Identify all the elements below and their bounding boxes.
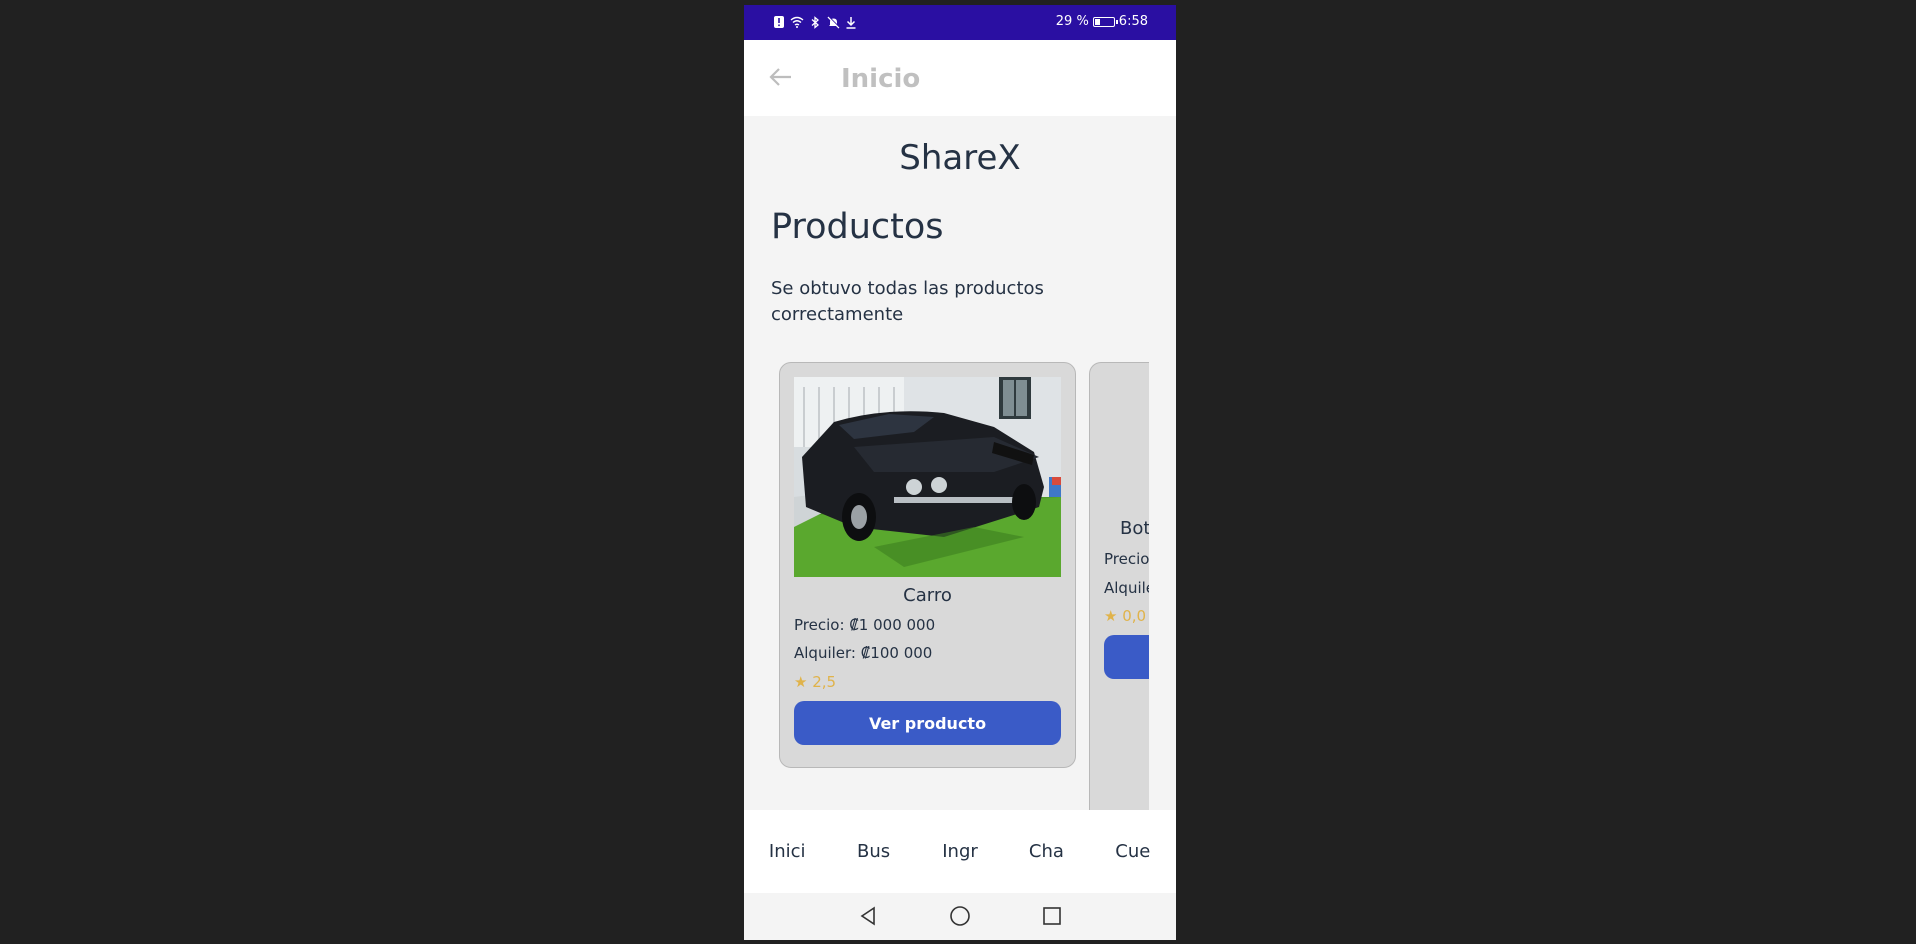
phone-screen: 29 % 6:58 Inicio ShareX Productos Se obt… — [744, 5, 1176, 940]
section-title: Productos — [771, 207, 944, 247]
product-rent: Alquiler: ₡100 000 — [794, 644, 933, 662]
bluetooth-icon — [808, 15, 822, 29]
clock: 6:58 — [1118, 14, 1148, 29]
product-price: Precio: ₡1 000 000 — [794, 616, 936, 634]
view-product-button[interactable] — [1104, 635, 1149, 679]
back-triangle-icon[interactable] — [857, 905, 879, 927]
tab-inicio[interactable]: Inici — [744, 810, 830, 893]
download-icon — [844, 15, 858, 29]
battery-fill — [1094, 18, 1100, 25]
car-photo — [794, 377, 1061, 577]
system-nav-bar — [744, 893, 1176, 940]
recents-square-icon[interactable] — [1041, 905, 1063, 927]
product-price: Precio — [1104, 550, 1149, 568]
product-name: Carro — [903, 585, 952, 606]
product-rating: ★ 2,5 — [794, 673, 837, 691]
status-right: 29 % 6:58 — [1056, 14, 1148, 29]
mute-icon — [826, 15, 840, 29]
app-header: Inicio — [744, 40, 1176, 116]
battery-percentage: 29 % — [1055, 14, 1089, 29]
tab-cuenta[interactable]: Cue — [1090, 810, 1176, 893]
page-title: Inicio — [841, 64, 921, 94]
arrow-left-icon — [769, 68, 791, 86]
view-product-button[interactable]: Ver producto — [794, 701, 1061, 745]
product-card: Bot Precio Alquile ★ 0,0 — [1089, 362, 1149, 822]
status-message: Se obtuvo todas las productos correctame… — [771, 278, 1044, 325]
product-card: Carro Precio: ₡1 000 000 Alquiler: ₡100 … — [779, 362, 1076, 768]
app-name: ShareX — [899, 138, 1021, 178]
battery-icon — [1092, 16, 1118, 27]
tab-buscar[interactable]: Bus — [830, 810, 916, 893]
wifi-icon — [790, 15, 804, 29]
bottom-tab-bar: Inici Bus Ingr Cha Cue — [744, 810, 1176, 893]
tab-chat[interactable]: Cha — [1003, 810, 1089, 893]
status-bar: 29 % 6:58 — [744, 5, 1176, 40]
product-rent: Alquile — [1104, 579, 1149, 597]
home-circle-icon[interactable] — [949, 905, 971, 927]
product-image — [794, 377, 1061, 577]
status-icons — [772, 15, 858, 29]
back-button[interactable] — [766, 62, 796, 92]
alert-icon — [772, 15, 786, 29]
tab-ingresar[interactable]: Ingr — [917, 810, 1003, 893]
product-name: Bot — [1120, 518, 1149, 539]
product-rating: ★ 0,0 — [1104, 607, 1147, 625]
